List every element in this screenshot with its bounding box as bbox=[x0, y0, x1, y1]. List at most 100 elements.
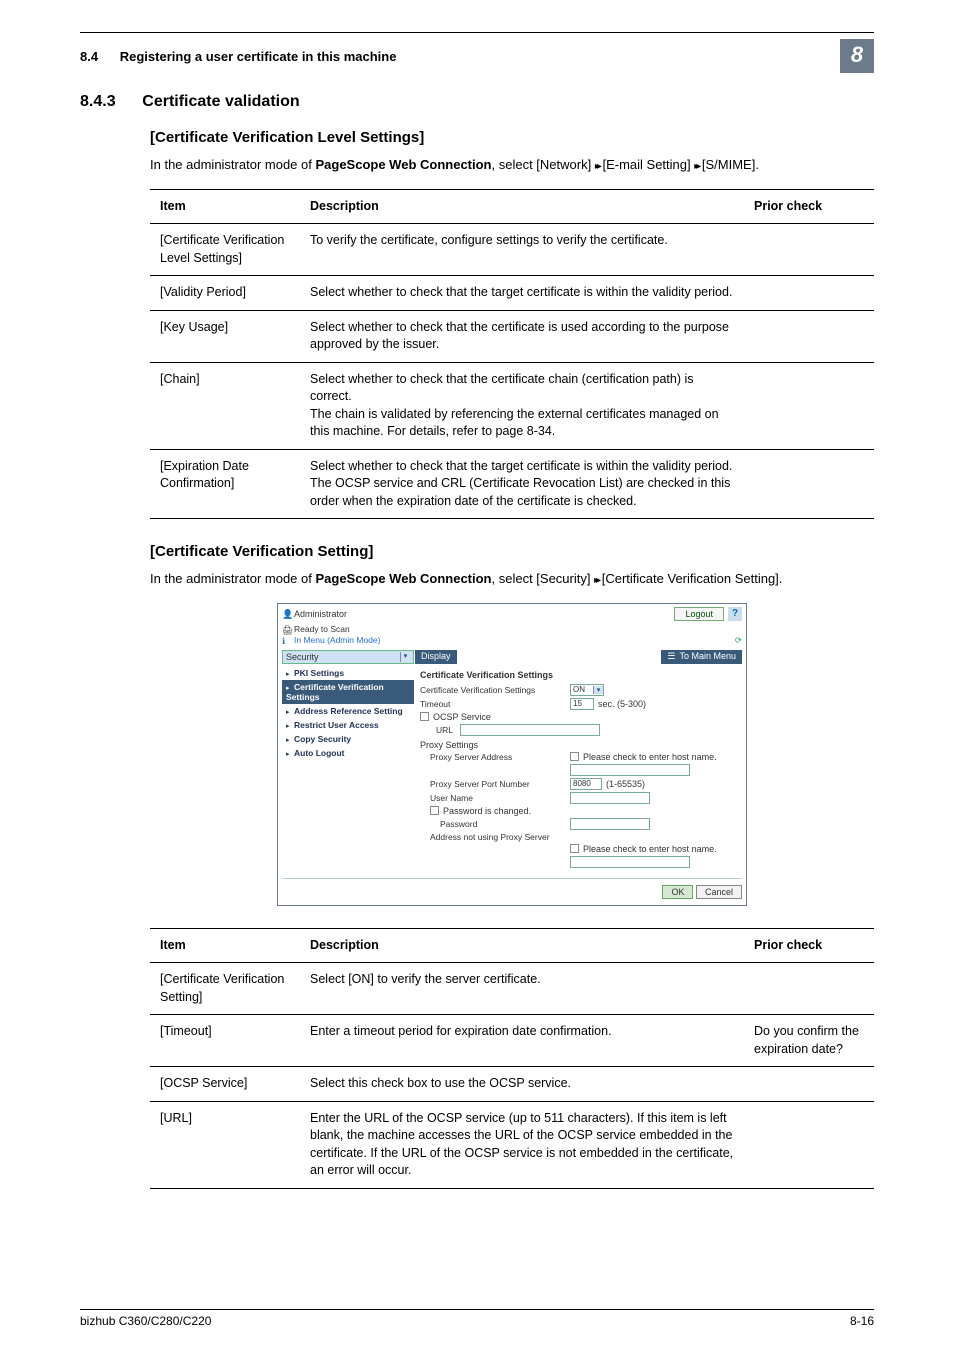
cell-item: [Certificate Verification Setting] bbox=[150, 963, 300, 1015]
psa-input[interactable] bbox=[570, 764, 690, 776]
ss-admin-label: Administrator bbox=[294, 609, 674, 619]
password-input[interactable] bbox=[570, 818, 650, 830]
block2-heading: [Certificate Verification Setting] bbox=[150, 543, 874, 560]
pwchange-checkbox[interactable] bbox=[430, 806, 439, 815]
sidebar-item-label: Copy Security bbox=[294, 734, 351, 744]
cell-desc: Enter a timeout period for expiration da… bbox=[300, 1015, 744, 1067]
cancel-button[interactable]: Cancel bbox=[696, 885, 742, 899]
cell-item: [OCSP Service] bbox=[150, 1067, 300, 1102]
noproxy-hostname-checkbox[interactable] bbox=[570, 844, 579, 853]
ss-ready: Ready to Scan bbox=[294, 624, 350, 634]
chevron-down-icon: ▾ bbox=[593, 686, 603, 694]
ss-label-noproxy: Address not using Proxy Server bbox=[420, 832, 570, 842]
logout-button[interactable]: Logout bbox=[674, 607, 724, 621]
cell-item: [URL] bbox=[150, 1101, 300, 1188]
to-main-menu-button[interactable]: ☰To Main Menu bbox=[661, 650, 742, 664]
cell-desc: Select whether to check that the certifi… bbox=[300, 362, 744, 449]
subsection-heading: 8.4.3 Certificate validation bbox=[80, 93, 874, 111]
menu-icon: ☰ bbox=[667, 651, 675, 661]
noproxy-input[interactable] bbox=[570, 856, 690, 868]
th-prior: Prior check bbox=[744, 189, 874, 224]
ss-hostnote2: Please check to enter host name. bbox=[583, 844, 717, 854]
category-select[interactable]: Security▾ bbox=[282, 650, 414, 664]
block2-intro: In the administrator mode of PageScope W… bbox=[150, 570, 874, 589]
sidebar-item-label: PKI Settings bbox=[294, 668, 344, 678]
chevron-down-icon: ▾ bbox=[400, 652, 410, 662]
cell-desc: Select [ON] to verify the server certifi… bbox=[300, 963, 744, 1015]
timeout-input[interactable]: 15 bbox=[570, 698, 594, 710]
ss-label-timeout: Timeout bbox=[420, 699, 570, 709]
ss-label-pw: Password bbox=[420, 819, 570, 829]
cell-item: [Certificate Verification Level Settings… bbox=[150, 224, 300, 276]
ss-panel-title: Certificate Verification Settings bbox=[420, 670, 736, 680]
ss-hostnote1: Please check to enter host name. bbox=[583, 752, 717, 762]
table-cert-level: Item Description Prior check [Certificat… bbox=[150, 189, 874, 520]
triangle-icon: ▸ bbox=[286, 708, 294, 716]
ok-button[interactable]: OK bbox=[662, 885, 693, 899]
port-input[interactable]: 8080 bbox=[570, 778, 602, 790]
display-button[interactable]: Display bbox=[415, 650, 457, 664]
ss-label-cvs: Certificate Verification Settings bbox=[420, 685, 570, 695]
sidebar-item[interactable]: ▸Copy Security bbox=[282, 732, 414, 746]
section-title: Registering a user certificate in this m… bbox=[120, 49, 397, 64]
cell-prior bbox=[744, 310, 874, 362]
block1-intro: In the administrator mode of PageScope W… bbox=[150, 156, 874, 175]
th-prior: Prior check bbox=[744, 928, 874, 963]
sidebar-item-label: Certificate Verification Settings bbox=[286, 682, 384, 702]
embedded-screenshot: 👤 Administrator Logout ? 🖨Ready to Scan … bbox=[277, 603, 747, 906]
refresh-icon[interactable]: ⟳ bbox=[735, 635, 742, 646]
sidebar-item[interactable]: ▸Address Reference Setting bbox=[282, 704, 414, 718]
cell-prior bbox=[744, 362, 874, 449]
table-row: [Chain]Select whether to check that the … bbox=[150, 362, 874, 449]
table-row: [OCSP Service]Select this check box to u… bbox=[150, 1067, 874, 1102]
subsection-title: Certificate validation bbox=[142, 93, 299, 110]
table-row: [Expiration Date Confirmation]Select whe… bbox=[150, 449, 874, 519]
section-number: 8.4 bbox=[80, 49, 98, 64]
cell-desc: Select whether to check that the certifi… bbox=[300, 310, 744, 362]
sidebar-item[interactable]: ▸Auto Logout bbox=[282, 746, 414, 760]
cell-desc: Enter the URL of the OCSP service (up to… bbox=[300, 1101, 744, 1188]
cell-prior bbox=[744, 963, 874, 1015]
cell-prior bbox=[744, 1101, 874, 1188]
table-row: [URL]Enter the URL of the OCSP service (… bbox=[150, 1101, 874, 1188]
ss-menu-mode: In Menu (Admin Mode) bbox=[294, 635, 380, 645]
cell-item: [Key Usage] bbox=[150, 310, 300, 362]
page-header: 8.4 Registering a user certificate in th… bbox=[80, 49, 832, 64]
username-input[interactable] bbox=[570, 792, 650, 804]
sidebar-item[interactable]: ▸PKI Settings bbox=[282, 666, 414, 680]
ss-label-ocsp: OCSP Service bbox=[433, 712, 491, 722]
table-row: [Key Usage]Select whether to check that … bbox=[150, 310, 874, 362]
th-desc: Description bbox=[300, 928, 744, 963]
url-input[interactable] bbox=[460, 724, 600, 736]
sidebar-item-label: Address Reference Setting bbox=[294, 706, 403, 716]
triangle-icon: ▸ bbox=[286, 684, 294, 692]
ss-label-psa: Proxy Server Address bbox=[420, 752, 570, 762]
cell-desc: To verify the certificate, configure set… bbox=[300, 224, 744, 276]
cell-desc: Select this check box to use the OCSP se… bbox=[300, 1067, 744, 1102]
ocsp-checkbox[interactable] bbox=[420, 712, 429, 721]
user-icon: 👤 bbox=[282, 609, 292, 619]
psa-hostname-checkbox[interactable] bbox=[570, 752, 579, 761]
triangle-icon: ▸ bbox=[286, 670, 294, 678]
cell-item: [Validity Period] bbox=[150, 276, 300, 311]
cell-prior bbox=[744, 224, 874, 276]
sidebar-item[interactable]: ▸Restrict User Access bbox=[282, 718, 414, 732]
chapter-badge: 8 bbox=[840, 39, 874, 73]
table-cert-setting: Item Description Prior check [Certificat… bbox=[150, 928, 874, 1189]
cell-desc: Select whether to check that the target … bbox=[300, 449, 744, 519]
cvs-select[interactable]: ON▾ bbox=[570, 684, 604, 696]
triangle-icon: ▸ bbox=[286, 750, 294, 758]
cell-item: [Timeout] bbox=[150, 1015, 300, 1067]
port-range: (1-65535) bbox=[606, 779, 645, 789]
sidebar-item[interactable]: ▸Certificate Verification Settings bbox=[282, 680, 414, 704]
ss-label-url: URL bbox=[420, 725, 460, 735]
cell-prior bbox=[744, 1067, 874, 1102]
help-icon[interactable]: ? bbox=[728, 607, 742, 621]
cell-item: [Chain] bbox=[150, 362, 300, 449]
th-item: Item bbox=[150, 189, 300, 224]
ss-proxy-heading: Proxy Settings bbox=[420, 740, 478, 750]
th-item: Item bbox=[150, 928, 300, 963]
table-row: [Validity Period]Select whether to check… bbox=[150, 276, 874, 311]
sidebar-item-label: Auto Logout bbox=[294, 748, 345, 758]
triangle-icon: ▸ bbox=[286, 736, 294, 744]
